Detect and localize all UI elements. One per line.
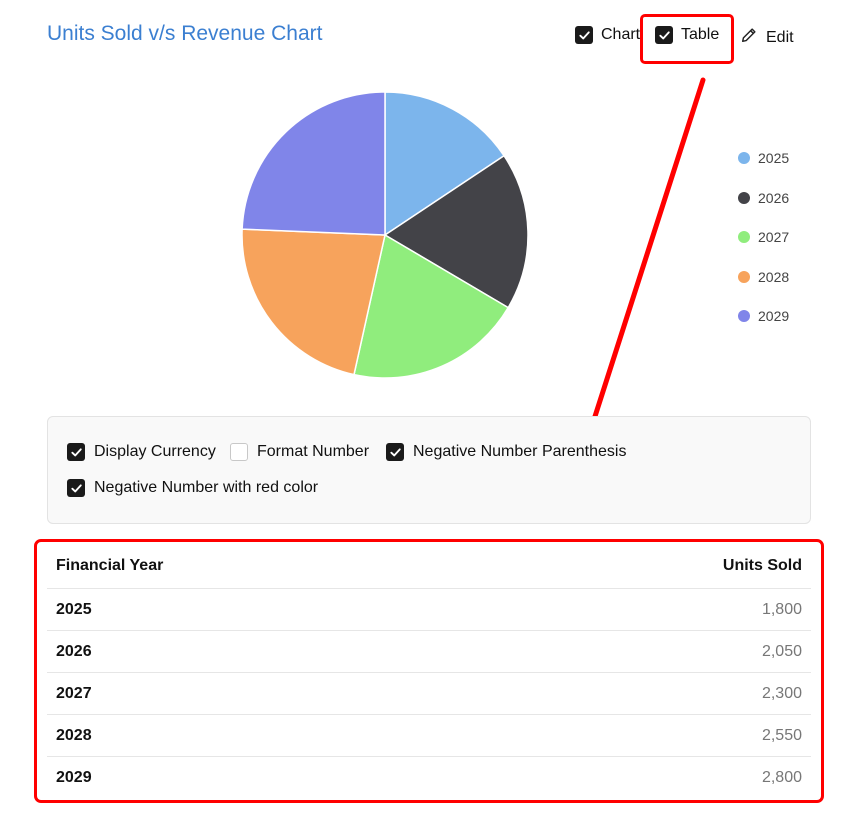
pie-slice-2029[interactable] xyxy=(241,91,386,236)
pencil-icon xyxy=(740,26,758,49)
edit-button[interactable]: Edit xyxy=(740,26,794,49)
legend-item-2027[interactable]: 2027 xyxy=(738,227,789,247)
option-negative-red[interactable]: Negative Number with red color xyxy=(67,479,318,497)
legend-marker xyxy=(738,191,750,204)
legend-label: 2028 xyxy=(758,268,790,285)
option-label: Negative Number with red color xyxy=(94,479,319,496)
legend-item-2026[interactable]: 2026 xyxy=(738,188,789,208)
option-label: Display Currency xyxy=(94,443,216,460)
option-display-currency[interactable]: Display Currency xyxy=(67,443,216,461)
option-label: Negative Number Parenthesis xyxy=(413,443,627,460)
legend-marker xyxy=(738,270,750,283)
legend-marker xyxy=(738,231,750,243)
checkbox-checked-icon[interactable] xyxy=(67,479,85,497)
chart-toggle[interactable]: Chart xyxy=(575,26,640,44)
table-toggle-highlight xyxy=(640,14,734,64)
legend-label: 2029 xyxy=(758,308,790,324)
option-format-number[interactable]: Format Number xyxy=(230,443,369,461)
legend-item-2029[interactable]: 2029 xyxy=(738,306,789,326)
checkbox-unchecked-icon[interactable] xyxy=(230,443,248,461)
legend-item-2028[interactable]: 2028 xyxy=(738,267,789,287)
legend-label: 2026 xyxy=(758,189,790,206)
edit-label: Edit xyxy=(766,28,794,46)
pie-svg xyxy=(241,91,529,379)
option-negative-parenthesis[interactable]: Negative Number Parenthesis xyxy=(386,443,626,461)
option-label: Format Number xyxy=(257,443,370,460)
table-highlight xyxy=(34,539,824,803)
legend-label: 2025 xyxy=(758,150,790,166)
checkbox-checked-icon[interactable] xyxy=(386,443,404,461)
legend-label: 2027 xyxy=(758,229,790,245)
format-options-panel: Display Currency Format Number Negative … xyxy=(47,416,811,524)
chart-legend: 2025 2026 2027 2028 2029 xyxy=(738,148,789,346)
legend-item-2025[interactable]: 2025 xyxy=(738,148,789,168)
checkbox-checked-icon[interactable] xyxy=(575,26,593,44)
pie-chart xyxy=(240,90,530,380)
checkbox-checked-icon[interactable] xyxy=(67,443,85,461)
legend-marker xyxy=(738,152,750,164)
legend-marker xyxy=(738,310,750,322)
chart-toggle-label: Chart xyxy=(601,26,641,43)
